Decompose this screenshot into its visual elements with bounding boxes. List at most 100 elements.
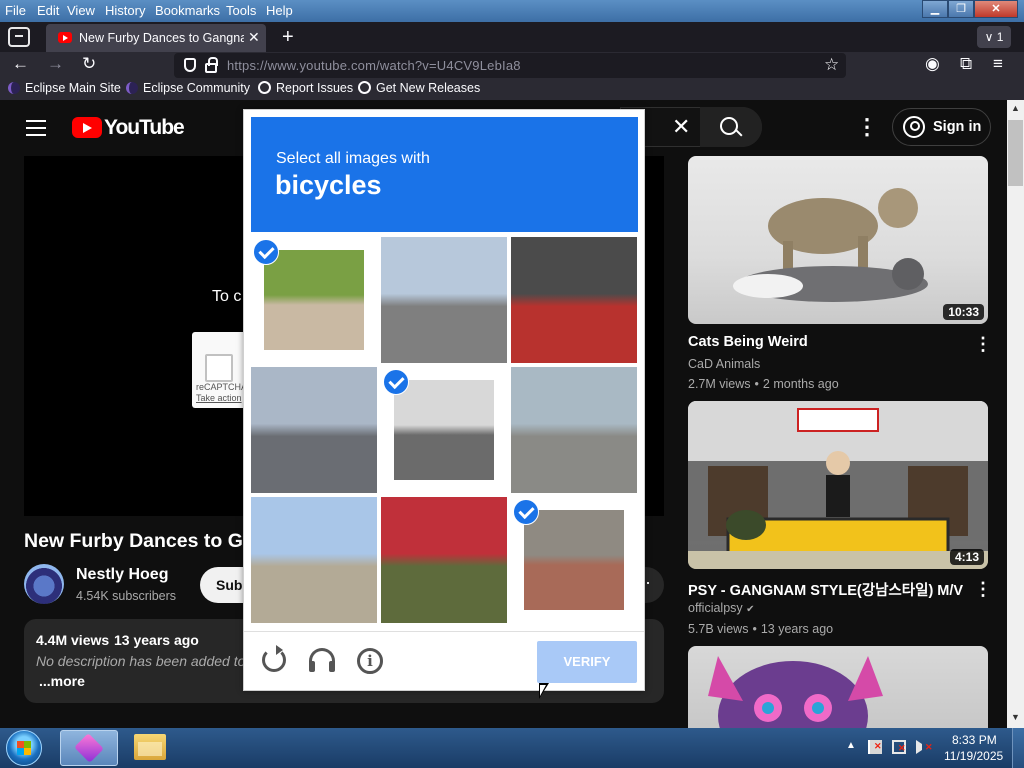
recommended-channel[interactable]: CaD Animals: [688, 357, 760, 371]
verify-button[interactable]: VERIFY: [537, 641, 637, 683]
page-scrollbar[interactable]: ▲ ▼: [1007, 100, 1024, 728]
recommended-meta: 2.7M views • 2 months ago: [688, 377, 839, 391]
recommended-title[interactable]: Cats Being Weird: [688, 334, 808, 350]
action-center-icon[interactable]: [868, 740, 882, 754]
browser-icon: [74, 733, 104, 763]
recaptcha-checkbox[interactable]: [205, 354, 233, 382]
minimize-button[interactable]: ▁: [922, 0, 948, 18]
recommended-thumbnail-gangnam[interactable]: 4:13: [688, 401, 988, 569]
bookmark-report-issues[interactable]: Report Issues: [258, 81, 353, 95]
recommended-menu-icon[interactable]: ⋮: [974, 334, 992, 355]
upload-age: 13 years ago: [114, 632, 199, 648]
tile-building-street[interactable]: [381, 237, 507, 363]
forward-button[interactable]: →: [47, 54, 64, 74]
youtube-logo-icon[interactable]: [72, 117, 102, 138]
hamburger-menu-icon[interactable]: [26, 120, 46, 136]
menu-history[interactable]: History: [105, 3, 145, 18]
bookmark-eclipse-community[interactable]: Eclipse Community: [126, 81, 250, 95]
video-duration: 4:13: [949, 549, 984, 565]
tab-active[interactable]: New Furby Dances to Gangnam ✕: [46, 24, 266, 52]
menu-bookmarks[interactable]: Bookmarks: [155, 3, 220, 18]
check-icon: [253, 239, 279, 265]
tile-intersection[interactable]: [251, 367, 377, 493]
back-button[interactable]: ←: [12, 54, 29, 74]
info-icon[interactable]: i: [357, 648, 383, 674]
window-controls: ▁ ❐ ✕: [922, 0, 1018, 18]
bookmark-star-icon[interactable]: ☆: [824, 55, 839, 75]
scroll-down-button[interactable]: ▼: [1011, 712, 1020, 722]
recommended-thumbnail-cats[interactable]: 10:33: [688, 156, 988, 324]
tracking-shield-icon[interactable]: [184, 58, 196, 72]
menu-help[interactable]: Help: [266, 3, 293, 18]
tile-red-bicycle[interactable]: [511, 497, 637, 623]
url-bar[interactable]: https://www.youtube.com/watch?v=U4CV9Leb…: [174, 53, 846, 78]
sign-in-label: Sign in: [933, 119, 982, 135]
taskbar-browser-button[interactable]: [60, 730, 118, 766]
channel-avatar[interactable]: [24, 564, 64, 604]
scroll-thumb[interactable]: [1008, 120, 1023, 186]
tile-parked-bicycle[interactable]: [381, 367, 507, 493]
file-explorer-icon[interactable]: [134, 734, 166, 760]
tile-sign-shrub[interactable]: [381, 497, 507, 623]
tile-image: [394, 380, 494, 480]
lock-icon[interactable]: [205, 57, 218, 73]
headphones-icon[interactable]: [309, 648, 335, 672]
channel-name[interactable]: Nestly Hoeg: [76, 566, 168, 584]
recaptcha-label: reCAPTCHA: [196, 382, 248, 392]
account-icon[interactable]: ◉: [925, 54, 940, 74]
menu-tools[interactable]: Tools: [226, 3, 256, 18]
tile-scooters[interactable]: [511, 237, 637, 363]
close-window-button[interactable]: ✕: [974, 0, 1018, 18]
network-icon[interactable]: [892, 740, 906, 754]
reload-button[interactable]: ↻: [82, 54, 96, 74]
tile-image: [381, 497, 507, 623]
recommended-title[interactable]: PSY - GANGNAM STYLE(강남스타일) M/V: [688, 579, 963, 600]
clear-search-icon[interactable]: ✕: [672, 114, 690, 140]
menu-edit[interactable]: Edit: [37, 3, 59, 18]
start-button[interactable]: [6, 730, 42, 766]
navigation-bar: ← → ↻ https://www.youtube.com/watch?v=U4…: [0, 52, 1024, 78]
eclipse-icon: [8, 82, 20, 94]
sign-in-button[interactable]: Sign in: [892, 108, 991, 146]
new-tab-button[interactable]: +: [282, 26, 294, 49]
tile-image: [524, 510, 624, 610]
clock-date[interactable]: 11/19/2025: [944, 749, 1003, 763]
captcha-divider: [244, 631, 644, 632]
tile-image: [251, 367, 377, 493]
recommended-menu-icon[interactable]: ⋮: [974, 579, 992, 600]
url-text[interactable]: https://www.youtube.com/watch?v=U4CV9Leb…: [227, 58, 521, 73]
description-text: No description has been added to: [36, 653, 246, 669]
gangnam-thumbnail-image: [688, 401, 988, 569]
check-icon: [383, 369, 409, 395]
recommended-channel[interactable]: officialpsy ✔: [688, 601, 755, 615]
subscriber-count: 4.54K subscribers: [76, 589, 177, 603]
search-button[interactable]: [700, 107, 762, 147]
scroll-up-button[interactable]: ▲: [1011, 103, 1020, 113]
recaptcha-take-action-link[interactable]: Take action: [196, 393, 242, 403]
show-desktop-button[interactable]: [1012, 728, 1024, 768]
maximize-button[interactable]: ❐: [948, 0, 974, 18]
show-hidden-icons-button[interactable]: ▲: [846, 740, 856, 751]
tile-harbor[interactable]: [251, 497, 377, 623]
tab-list-button[interactable]: ∨ 1: [977, 26, 1011, 48]
show-more-link[interactable]: ...more: [39, 673, 85, 689]
bookmark-eclipse-main[interactable]: Eclipse Main Site: [8, 81, 121, 95]
tab-overview-icon[interactable]: [8, 27, 30, 47]
clock-time[interactable]: 8:33 PM: [952, 733, 997, 747]
settings-kebab-icon[interactable]: ⋮: [856, 114, 878, 140]
tab-close-button[interactable]: ✕: [248, 29, 260, 46]
extensions-icon[interactable]: ⧉: [960, 54, 972, 74]
menu-file[interactable]: File: [5, 3, 26, 18]
app-menu-icon[interactable]: ≡: [993, 54, 1003, 74]
recommended-thumbnail-furby[interactable]: [688, 646, 988, 728]
volume-muted-icon[interactable]: [916, 740, 933, 754]
tile-cyclist-field[interactable]: [251, 237, 377, 363]
bookmark-get-new-releases[interactable]: Get New Releases: [358, 81, 480, 95]
reload-icon[interactable]: [262, 645, 286, 672]
cats-thumbnail-image: [733, 188, 928, 302]
verified-icon: ✔: [746, 604, 755, 615]
youtube-logo-text[interactable]: YouTube: [104, 116, 185, 140]
menu-view[interactable]: View: [67, 3, 95, 18]
tile-road-crosswalk[interactable]: [511, 367, 637, 493]
captcha-grid: [251, 237, 638, 624]
